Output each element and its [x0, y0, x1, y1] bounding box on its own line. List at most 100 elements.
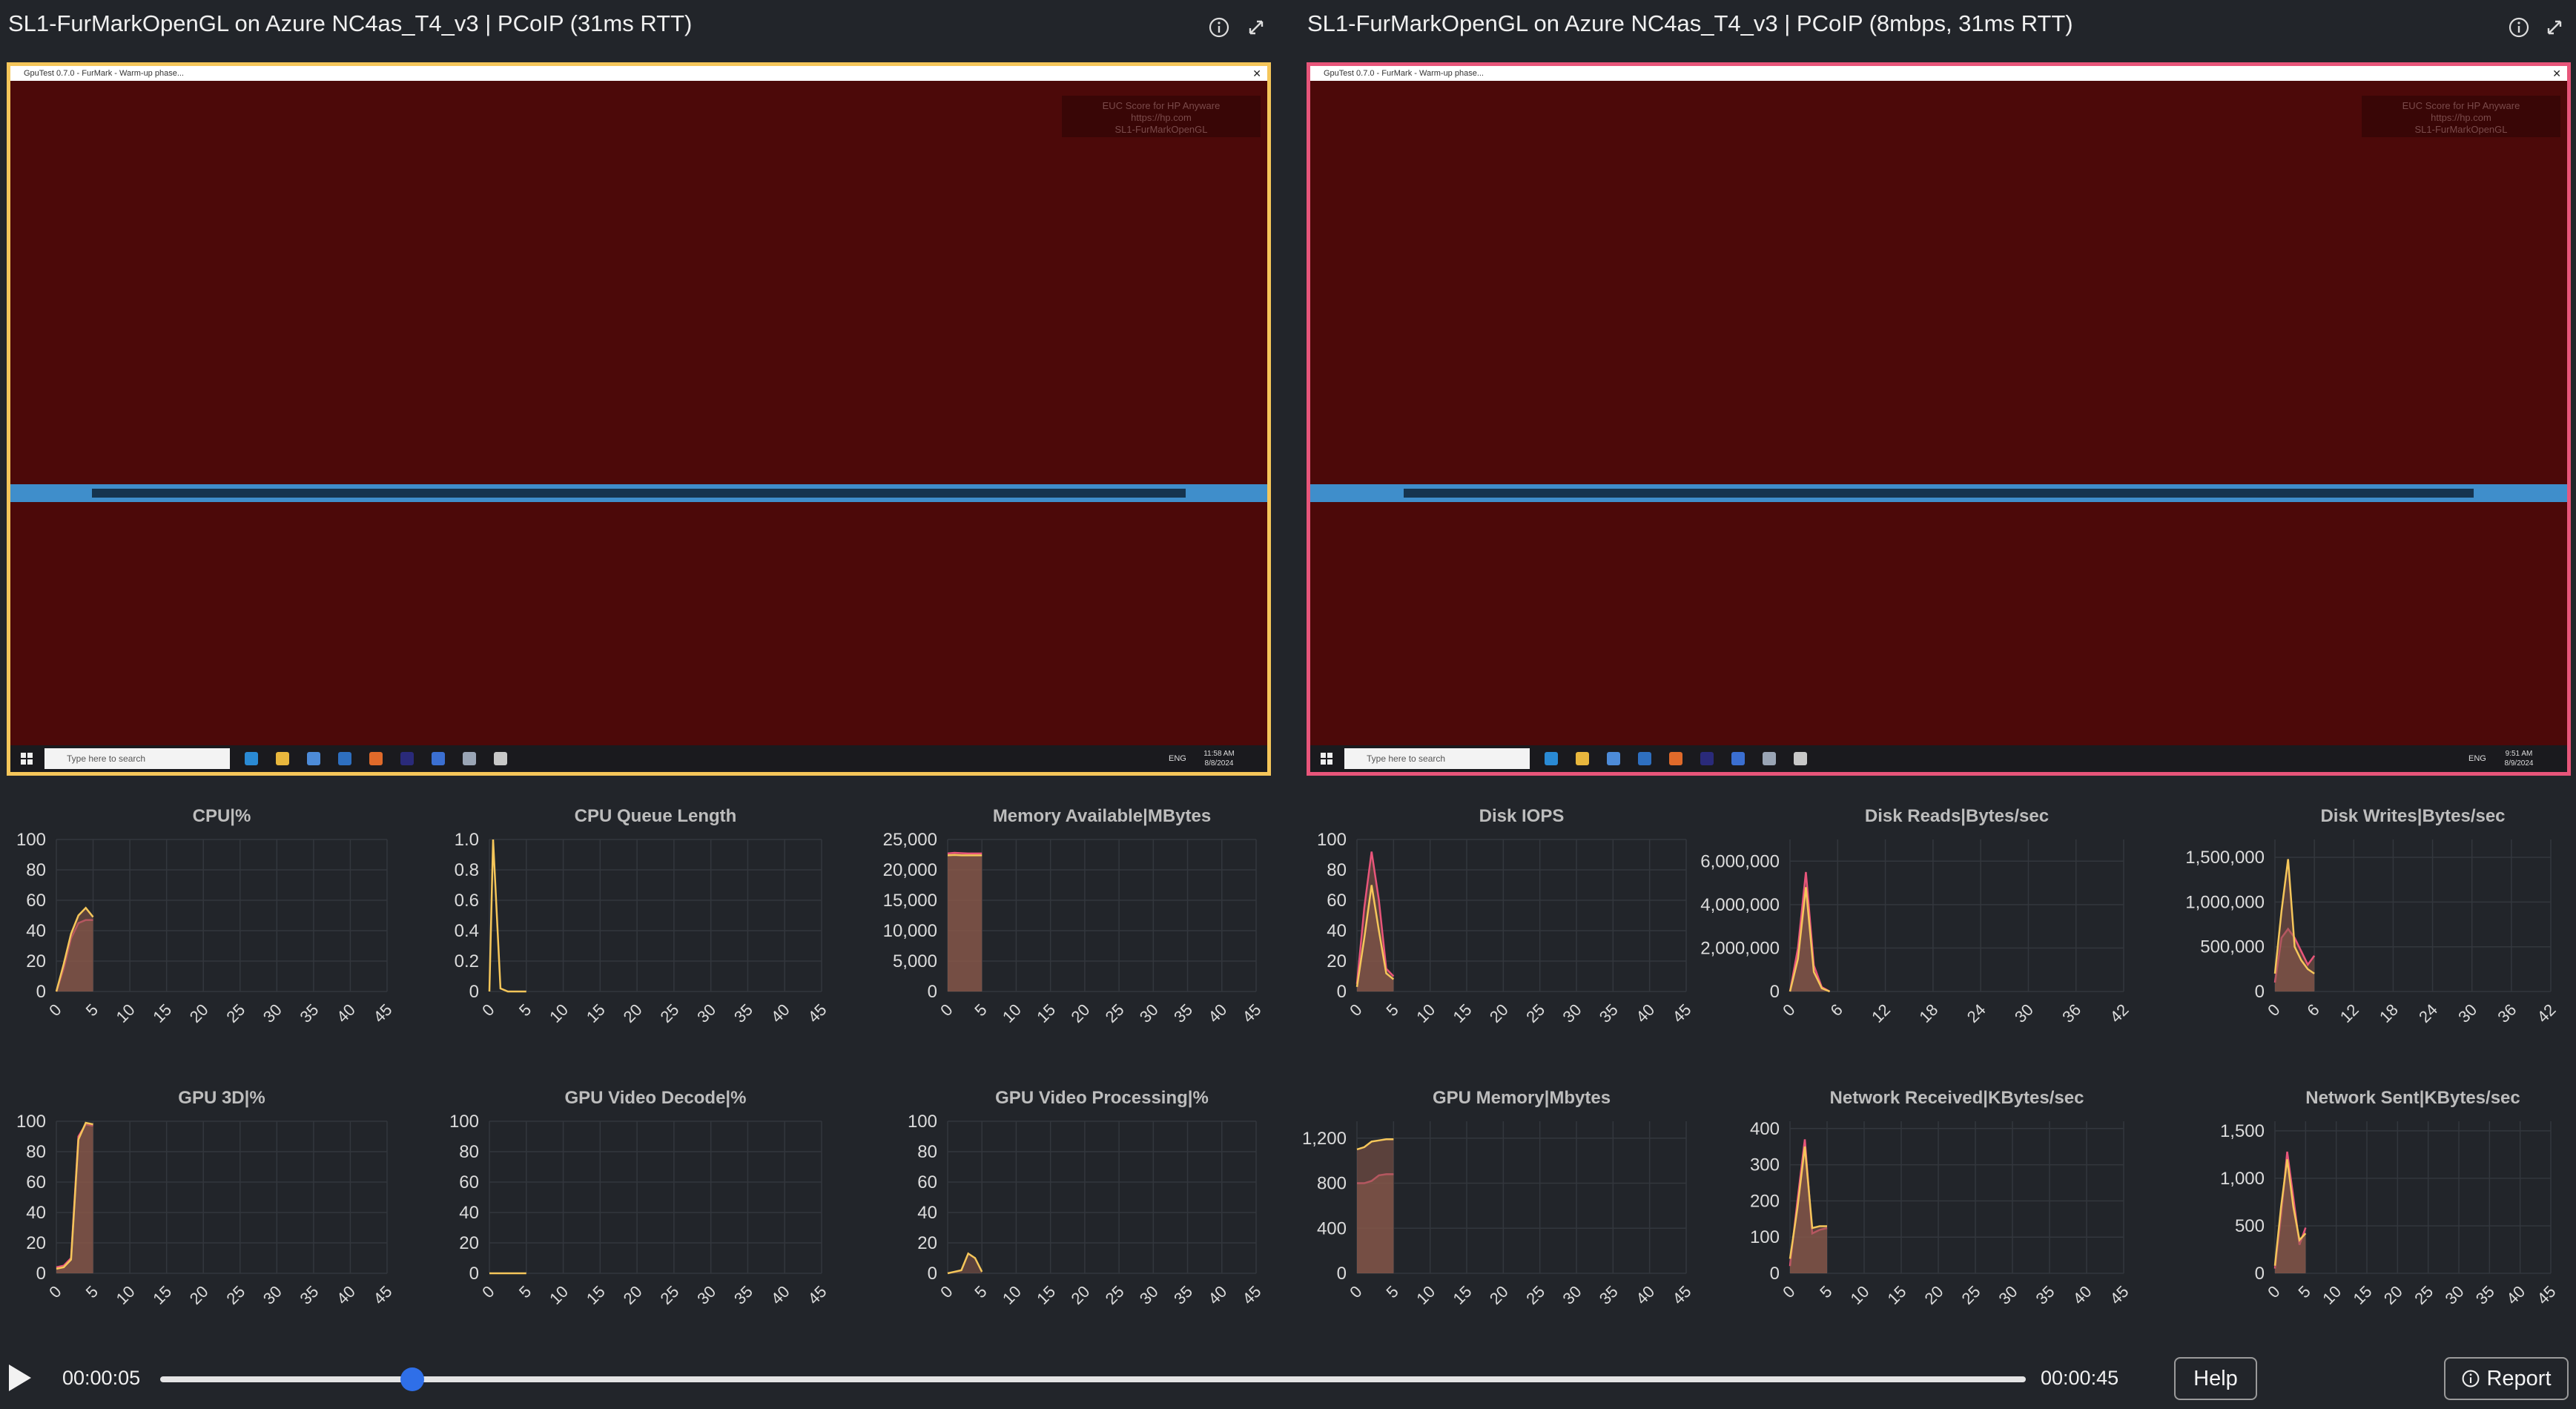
taskbar-search-input[interactable]: Type here to search	[44, 748, 230, 769]
x-tick-label: 0	[478, 1282, 498, 1301]
store-icon[interactable]	[307, 752, 320, 765]
info-button-right[interactable]	[2506, 15, 2532, 40]
x-tick-label: 15	[583, 1000, 609, 1026]
x-tick-label: 20	[1486, 1282, 1512, 1308]
y-tick-label: 80	[1327, 860, 1347, 880]
x-tick-label: 10	[1413, 1282, 1439, 1308]
x-tick-label: 10	[546, 1282, 572, 1308]
taskbar-search-input[interactable]: Type here to search	[1344, 748, 1530, 769]
y-tick-label: 20	[917, 1233, 937, 1253]
x-tick-label: 5	[2295, 1282, 2314, 1301]
y-tick-label: 0.4	[455, 921, 479, 941]
x-tick-label: 40	[333, 1282, 359, 1308]
window-close-button[interactable]: ✕	[2552, 66, 2561, 81]
store-icon[interactable]	[1607, 752, 1620, 765]
expand-button-right[interactable]	[2542, 15, 2567, 40]
expand-button-left[interactable]	[1244, 15, 1269, 40]
edge-icon[interactable]	[1545, 752, 1558, 765]
chart-title: GPU Video Processing|%	[995, 1088, 1209, 1108]
tray-lang: ENG	[1169, 754, 1186, 763]
report-button[interactable]: Report	[2444, 1357, 2569, 1400]
x-tick-label: 35	[2472, 1282, 2498, 1308]
furmark-icon[interactable]	[1669, 752, 1682, 765]
x-tick-label: 5	[82, 1000, 102, 1020]
y-tick-label: 1,500,000	[2185, 848, 2265, 868]
windows-start-icon[interactable]	[21, 753, 33, 765]
app-icon[interactable]	[463, 752, 476, 765]
furmark-icon[interactable]	[369, 752, 383, 765]
y-tick-label: 60	[1327, 891, 1347, 911]
x-tick-label: 30	[2442, 1282, 2468, 1308]
series-area	[56, 908, 93, 991]
x-tick-label: 5	[1383, 1000, 1402, 1020]
progress-band	[1310, 484, 2567, 502]
y-tick-label: 400	[1750, 1119, 1780, 1139]
x-tick-label: 20	[620, 1282, 646, 1308]
premiere-icon[interactable]	[1700, 752, 1714, 765]
x-tick-label: 5	[515, 1000, 535, 1020]
x-tick-label: 15	[1033, 1000, 1059, 1026]
y-tick-label: 300	[1750, 1155, 1780, 1175]
seek-thumb[interactable]	[400, 1367, 424, 1391]
x-tick-label: 5	[515, 1282, 535, 1301]
folder-icon[interactable]	[276, 752, 289, 765]
x-tick-label: 35	[1170, 1000, 1196, 1026]
x-tick-label: 25	[656, 1282, 682, 1308]
y-tick-label: 100	[16, 830, 46, 850]
x-tick-label: 20	[2380, 1282, 2406, 1308]
y-tick-label: 80	[459, 1142, 479, 1162]
app-icon[interactable]	[494, 752, 507, 765]
window-titlebar: GpuTest 0.7.0 - FurMark - Warm-up phase.…	[10, 66, 1267, 81]
progress-band-inner	[92, 489, 1186, 498]
x-tick-label: 45	[805, 1282, 830, 1308]
app-icon[interactable]	[1731, 752, 1745, 765]
x-tick-label: 45	[370, 1282, 396, 1308]
x-tick-label: 15	[149, 1000, 175, 1026]
x-tick-label: 35	[296, 1282, 322, 1308]
mail-icon[interactable]	[338, 752, 351, 765]
edge-icon[interactable]	[245, 752, 258, 765]
remote-screen-left[interactable]: GpuTest 0.7.0 - FurMark - Warm-up phase.…	[7, 62, 1271, 776]
x-tick-label: 45	[2534, 1282, 2560, 1308]
x-tick-label: 30	[1559, 1000, 1585, 1026]
premiere-icon[interactable]	[400, 752, 414, 765]
tray-clock[interactable]: 11:58 AM 8/8/2024	[1197, 749, 1241, 768]
app-icon[interactable]	[1794, 752, 1807, 765]
help-button[interactable]: Help	[2174, 1357, 2257, 1400]
x-tick-label: 5	[1816, 1282, 1835, 1301]
info-button-left[interactable]	[1206, 15, 1232, 40]
windows-start-icon[interactable]	[1321, 753, 1332, 765]
series-area	[948, 854, 982, 991]
x-tick-label: 10	[999, 1282, 1025, 1308]
play-button[interactable]	[6, 1363, 33, 1393]
x-tick-label: 25	[222, 1000, 248, 1026]
window-close-button[interactable]: ✕	[1252, 66, 1261, 81]
x-tick-label: 0	[937, 1282, 956, 1301]
y-tick-label: 60	[26, 891, 46, 911]
folder-icon[interactable]	[1576, 752, 1589, 765]
y-tick-label: 0	[1337, 1264, 1347, 1284]
y-tick-label: 80	[917, 1142, 937, 1162]
tray-clock[interactable]: 9:51 AM 8/9/2024	[2497, 749, 2541, 768]
panel-title-right: SL1-FurMarkOpenGL on Azure NC4as_T4_v3 |…	[1307, 10, 2073, 36]
app-icon[interactable]	[1763, 752, 1776, 765]
seek-slider[interactable]	[160, 1367, 2026, 1391]
mail-icon[interactable]	[1638, 752, 1651, 765]
panel-title-left: SL1-FurMarkOpenGL on Azure NC4as_T4_v3 |…	[8, 10, 693, 36]
y-tick-label: 40	[26, 1203, 46, 1223]
x-tick-label: 25	[2411, 1282, 2437, 1308]
y-tick-label: 0	[2255, 982, 2265, 1002]
y-tick-label: 60	[459, 1172, 479, 1192]
y-tick-label: 100	[1317, 830, 1347, 850]
y-tick-label: 0.6	[455, 891, 479, 911]
chart-title: GPU 3D|%	[178, 1088, 265, 1108]
x-tick-label: 30	[2011, 1000, 2037, 1026]
y-tick-label: 0	[36, 982, 46, 1002]
x-tick-label: 20	[1921, 1282, 1947, 1308]
remote-screen-right[interactable]: GpuTest 0.7.0 - FurMark - Warm-up phase.…	[1307, 62, 2571, 776]
x-tick-label: 20	[186, 1000, 212, 1026]
taskbar: Type here to search ENG 9:51 AM 8/9/2024	[1310, 745, 2567, 772]
app-icon[interactable]	[432, 752, 445, 765]
info-icon	[1209, 17, 1229, 38]
y-tick-label: 5,000	[893, 951, 937, 971]
